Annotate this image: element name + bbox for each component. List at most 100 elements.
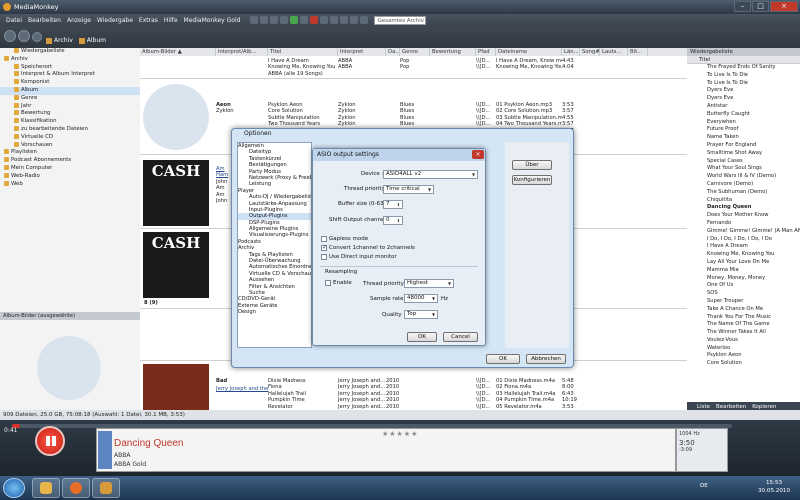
- options-cancel-button[interactable]: Abbrechen: [526, 354, 566, 364]
- record-toolbar-icon[interactable]: [310, 16, 319, 24]
- shift-output-stepper[interactable]: 0 ⬍: [383, 216, 403, 225]
- playlist-item[interactable]: Lay All Your Love On Me: [687, 259, 800, 267]
- playlist-item[interactable]: Dyers Eve: [687, 95, 800, 103]
- toolbar-icon[interactable]: [260, 16, 269, 24]
- options-ok-button[interactable]: OK: [486, 354, 520, 364]
- about-button[interactable]: Über: [512, 160, 552, 170]
- toolbar-icon[interactable]: [320, 16, 329, 24]
- column-header[interactable]: Län...: [562, 48, 580, 56]
- tree-item[interactable]: Bewertung: [0, 110, 140, 118]
- playlist-item[interactable]: The Frayed Ends Of Sanity: [687, 64, 800, 72]
- forward-button[interactable]: [18, 30, 30, 42]
- playlist-item[interactable]: Money, Money, Money: [687, 275, 800, 283]
- playlist-item[interactable]: Dyers Eve: [687, 87, 800, 95]
- column-header[interactable]: Bewertung: [430, 48, 476, 56]
- playlist-item[interactable]: I Do, I Do, I Do, I Do, I Do: [687, 236, 800, 244]
- column-header[interactable]: Interpret: [338, 48, 386, 56]
- resampling-enable-checkbox[interactable]: [325, 280, 331, 286]
- menu-mediamonkey-gold[interactable]: MediaMonkey Gold: [184, 17, 241, 24]
- tree-item[interactable]: Podcast Abonnements: [0, 157, 140, 165]
- quality-select[interactable]: Top ▼: [404, 310, 438, 319]
- menu-extras[interactable]: Extras: [139, 17, 158, 24]
- pause-button[interactable]: [35, 426, 65, 456]
- options-tree-item[interactable]: Design: [238, 309, 311, 315]
- back-button[interactable]: [4, 30, 16, 42]
- playlist-item[interactable]: Does Your Mother Know: [687, 212, 800, 220]
- playlist-item[interactable]: Dancing Queen: [687, 204, 800, 212]
- tree-item[interactable]: Web: [0, 180, 140, 189]
- column-header[interactable]: Dateiname: [496, 48, 562, 56]
- thread-priority-select[interactable]: Time critical ▼: [383, 185, 434, 194]
- tree-item[interactable]: Interpret & Album Interpret: [0, 71, 140, 79]
- playlist-item[interactable]: Name Taken: [687, 134, 800, 142]
- playlist-item[interactable]: Butterfly Caught: [687, 111, 800, 119]
- direct-monitor-checkbox[interactable]: [321, 254, 327, 260]
- playlist-item[interactable]: Special Cases: [687, 158, 800, 166]
- tree-item[interactable]: Vorschauen: [0, 141, 140, 150]
- resample-thread-select[interactable]: Highest ▼: [404, 279, 454, 288]
- column-header[interactable]: Da...: [386, 48, 400, 56]
- toolbar-icon[interactable]: [340, 16, 349, 24]
- playlist-item[interactable]: To Live Is To Die: [687, 72, 800, 80]
- tree-item[interactable]: Wiedergabeliste: [0, 48, 140, 56]
- home-button[interactable]: [32, 32, 42, 42]
- playlist-item[interactable]: Voulez-Vous: [687, 337, 800, 345]
- column-header[interactable]: Genre: [400, 48, 430, 56]
- taskbar-explorer-button[interactable]: [32, 478, 60, 498]
- options-tree-item[interactable]: Auto-DJ / Wiedergabeliste: [238, 194, 311, 200]
- tree-item[interactable]: zu bearbeitende Dateien: [0, 125, 140, 134]
- options-tree-item[interactable]: Visualisierungs-Plugins: [238, 232, 311, 238]
- convert-channels-checkbox[interactable]: [321, 244, 327, 251]
- playlist-item[interactable]: Antistar: [687, 103, 800, 111]
- toolbar-icon[interactable]: [360, 16, 369, 24]
- playlist-item[interactable]: What Your Soul Sings: [687, 165, 800, 173]
- playlist-item[interactable]: To Live Is To Die: [687, 80, 800, 88]
- tree-item[interactable]: Virtuelle CD: [0, 133, 140, 142]
- playlist-item[interactable]: Psyklon Aeon: [687, 352, 800, 360]
- column-header[interactable]: Interpret/Alb...: [216, 48, 268, 56]
- maximize-button[interactable]: □: [752, 1, 769, 12]
- options-tree-item[interactable]: Automatisches Einordnen: [238, 264, 311, 270]
- toolbar-icon[interactable]: [280, 16, 289, 24]
- breadcrumb-archiv[interactable]: Archiv: [46, 37, 73, 44]
- asio-cancel-button[interactable]: Cancel: [443, 332, 478, 342]
- column-header[interactable]: Album-Bilder ▲: [140, 48, 216, 56]
- toolbar-icon[interactable]: [250, 16, 259, 24]
- tree-item[interactable]: Speicherort: [0, 63, 140, 72]
- asio-ok-button[interactable]: OK: [407, 332, 437, 342]
- playlist-item[interactable]: Chiquitita: [687, 197, 800, 205]
- taskbar-mediamonkey-button[interactable]: [92, 478, 120, 498]
- playlist-item[interactable]: The Winner Takes It All: [687, 329, 800, 337]
- column-header[interactable]: Lauts...: [600, 48, 628, 56]
- playlist-item[interactable]: Gimme! Gimme! Gimme! (A Man After Midnig…: [687, 228, 800, 236]
- configure-button[interactable]: Konfigurieren: [512, 175, 552, 185]
- tree-item[interactable]: Klassifikation: [0, 118, 140, 126]
- playlist-item[interactable]: Waterloo: [687, 345, 800, 353]
- start-button[interactable]: [3, 478, 25, 498]
- playlist-item[interactable]: Prayer For England: [687, 142, 800, 150]
- system-clock[interactable]: 15:53 30.05.2010: [754, 479, 794, 495]
- tree-item[interactable]: Jahr: [0, 102, 140, 111]
- tree-item[interactable]: Web-Radio: [0, 172, 140, 181]
- column-header[interactable]: Titel: [268, 48, 338, 56]
- tree-item[interactable]: Album: [0, 86, 140, 95]
- playlist-item[interactable]: Future Proof: [687, 126, 800, 134]
- playlist-item[interactable]: I Have A Dream: [687, 243, 800, 251]
- playlist-item[interactable]: Smalltime Shot Away: [687, 150, 800, 158]
- tree-item[interactable]: Mein Computer: [0, 164, 140, 173]
- playlist-item[interactable]: Super Trouper: [687, 298, 800, 306]
- buffer-size-stepper[interactable]: 7 ⬍: [383, 200, 403, 209]
- column-header[interactable]: Pfad: [476, 48, 496, 56]
- menu-hilfe[interactable]: Hilfe: [164, 17, 178, 24]
- search-input[interactable]: Gesamtes Archiv: [374, 15, 427, 25]
- column-header[interactable]: Bit...: [628, 48, 648, 56]
- playlist-item[interactable]: Everywhen: [687, 119, 800, 127]
- sample-rate-select[interactable]: 48000 ▼: [404, 294, 438, 303]
- playlist-item[interactable]: Thank You For The Music: [687, 314, 800, 322]
- menu-bearbeiten[interactable]: Bearbeiten: [28, 17, 61, 24]
- taskbar-firefox-button[interactable]: [62, 478, 90, 498]
- gapless-checkbox[interactable]: [321, 236, 327, 242]
- tree-item[interactable]: Archiv: [0, 55, 140, 64]
- playlist-column-header[interactable]: Titel: [687, 56, 800, 64]
- close-button[interactable]: ×: [770, 1, 798, 12]
